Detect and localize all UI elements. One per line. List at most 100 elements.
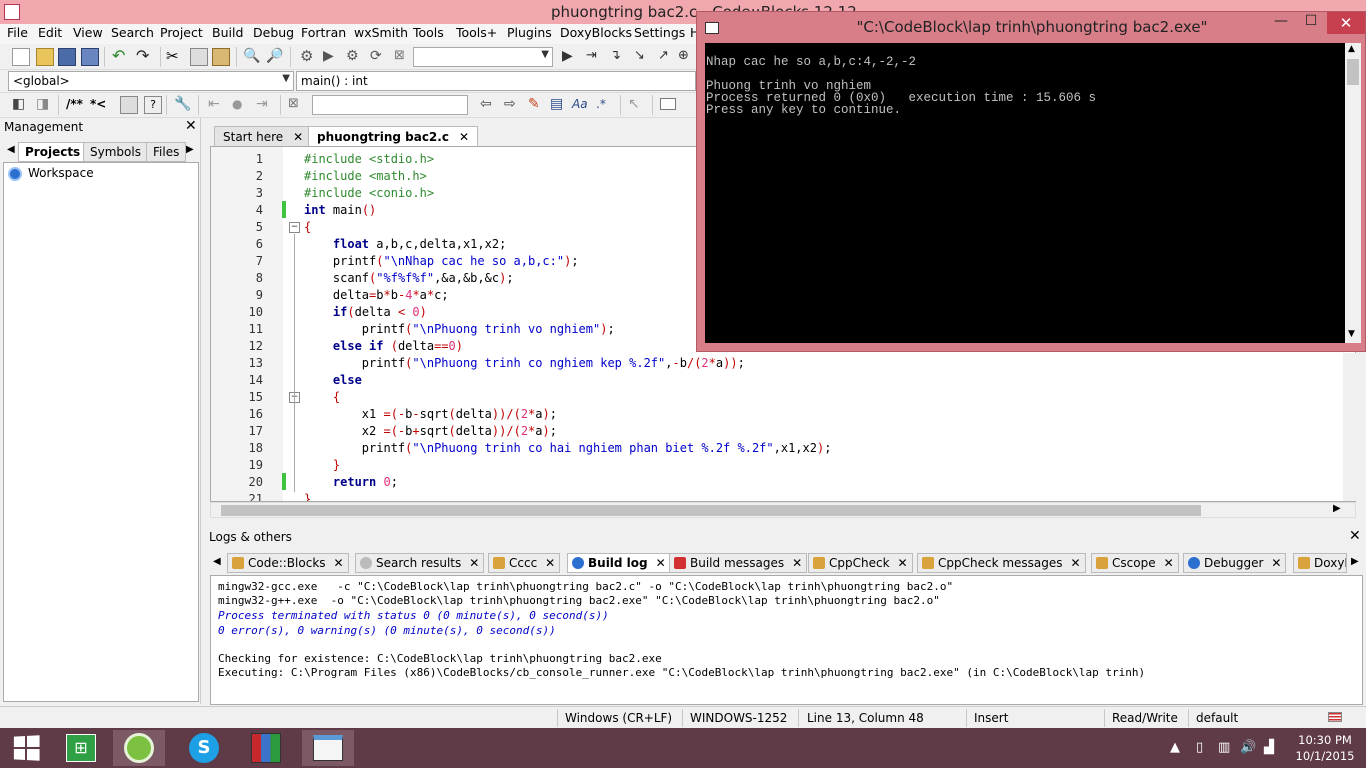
save-icon[interactable]	[58, 48, 76, 66]
workspace-node[interactable]: Workspace	[28, 166, 94, 180]
tab-build-log[interactable]: Build log ✕	[567, 553, 671, 573]
code-line[interactable]: printf("\nPhuong trinh vo nghiem");	[304, 322, 615, 336]
code-line[interactable]: return 0;	[304, 475, 398, 489]
close-tab-icon[interactable]: ✕	[898, 556, 908, 570]
jump-back-icon[interactable]: ◧	[12, 96, 30, 114]
function-combo[interactable]: main() : int	[296, 71, 696, 91]
run-to-cursor-icon[interactable]: ⇥	[586, 48, 604, 66]
code-line[interactable]: }	[304, 458, 340, 472]
close-tab-icon[interactable]: ✕	[1271, 556, 1281, 570]
tab-debugger[interactable]: Debugger ✕	[1183, 553, 1287, 573]
code-line[interactable]: x2 =(-b+sqrt(delta))/(2*a);	[304, 424, 557, 438]
menu-doxyblocks[interactable]: DoxyBlocks	[560, 25, 632, 40]
rebuild-icon[interactable]: ⟳	[370, 48, 388, 66]
codeblocks-app-icon[interactable]	[4, 4, 20, 20]
scroll-right-icon[interactable]: ▶	[1333, 503, 1341, 514]
menu-edit[interactable]: Edit	[38, 25, 62, 40]
tab-scroll-right-icon[interactable]: ▶	[186, 144, 194, 155]
match-case-icon[interactable]: Aa	[572, 96, 590, 114]
code-line[interactable]: if(delta < 0)	[304, 305, 427, 319]
highlight-icon[interactable]: ✎	[528, 96, 546, 114]
debug-run-icon[interactable]: ▶	[562, 48, 580, 66]
editor-horizontal-scrollbar[interactable]: ▶	[210, 502, 1356, 518]
doxy-inline-comment-button[interactable]: *<	[90, 97, 106, 111]
clock-time[interactable]: 10:30 PM	[1290, 733, 1360, 747]
menu-fortran[interactable]: Fortran	[301, 25, 346, 40]
new-file-icon[interactable]	[12, 48, 30, 66]
tools-wrench-icon[interactable]: 🔧	[174, 96, 192, 114]
find-icon[interactable]: 🔍	[243, 48, 261, 66]
menu-build[interactable]: Build	[212, 25, 243, 40]
editor-vertical-scrollbar[interactable]	[1343, 353, 1357, 501]
close-tab-icon[interactable]: ✕	[459, 130, 469, 144]
code-line[interactable]: }	[304, 492, 311, 501]
debug-windows-icon[interactable]: ⊕	[678, 48, 696, 66]
search-previous-icon[interactable]: ⇦	[480, 96, 498, 114]
taskbar-app-winrar[interactable]	[240, 730, 292, 766]
tab-search-results[interactable]: Search results ✕	[355, 553, 485, 573]
close-tab-icon[interactable]: ✕	[334, 556, 344, 570]
menu-settings[interactable]: Settings	[634, 25, 685, 40]
fold-toggle-icon[interactable]: −	[289, 222, 300, 233]
logs-scroll-right-icon[interactable]: ▶	[1351, 556, 1359, 567]
search-next-icon[interactable]: ⇨	[504, 96, 522, 114]
tab-codeblocks-log[interactable]: Code::Blocks ✕	[227, 553, 349, 573]
doxy-comment-button[interactable]: /**	[66, 97, 83, 111]
pointer-icon[interactable]: ↖	[628, 96, 646, 114]
tab-symbols[interactable]: Symbols	[83, 142, 148, 162]
next-bookmark-icon[interactable]: ⇥	[256, 96, 274, 114]
start-button[interactable]	[0, 730, 52, 766]
close-tab-icon[interactable]: ✕	[469, 556, 479, 570]
open-file-icon[interactable]	[36, 48, 54, 66]
menu-debug[interactable]: Debug	[253, 25, 294, 40]
tab-start-here[interactable]: Start here ✕	[214, 126, 313, 147]
code-line[interactable]: {	[304, 220, 311, 234]
code-line[interactable]: float a,b,c,delta,x1,x2;	[304, 237, 506, 251]
run-icon[interactable]: ▶	[323, 48, 341, 66]
build-gear-icon[interactable]: ⚙	[300, 48, 318, 66]
tab-cppcheck-messages[interactable]: CppCheck messages ✕	[917, 553, 1086, 573]
regex-icon[interactable]: .*	[596, 96, 614, 114]
taskbar-app-store[interactable]: ⊞	[55, 730, 107, 766]
menu-plugins[interactable]: Plugins	[507, 25, 552, 40]
tab-cccc[interactable]: Cccc ✕	[488, 553, 561, 573]
taskbar-app-codeblocks[interactable]	[302, 730, 354, 766]
volume-icon[interactable]: 🔊	[1240, 740, 1256, 755]
code-line[interactable]: scanf("%f%f%f",&a,&b,&c);	[304, 271, 514, 285]
doxywizard-icon[interactable]	[120, 96, 138, 114]
tab-scroll-left-icon[interactable]: ◀	[7, 144, 15, 155]
menu-search[interactable]: Search	[111, 25, 154, 40]
scope-combo[interactable]: <global> ▼	[8, 71, 294, 91]
code-line[interactable]: #include <conio.h>	[304, 186, 434, 200]
network-icon[interactable]: ▥	[1218, 740, 1230, 755]
scroll-down-icon[interactable]: ▼	[1348, 329, 1355, 339]
scroll-up-icon[interactable]: ▲	[1348, 44, 1355, 54]
code-line[interactable]: else if (delta==0)	[304, 339, 463, 353]
clock-date[interactable]: 10/1/2015	[1290, 749, 1360, 763]
code-line[interactable]: #include <stdio.h>	[304, 152, 434, 166]
incremental-search-input[interactable]	[312, 95, 468, 115]
cut-icon[interactable]: ✂	[166, 48, 184, 66]
selected-text-only-icon[interactable]: ▤	[550, 96, 568, 114]
menu-wxsmith[interactable]: wxSmith	[354, 25, 408, 40]
close-tab-icon[interactable]: ✕	[792, 556, 802, 570]
console-minimize-icon[interactable]: —	[1267, 13, 1295, 33]
console-window[interactable]: "C:\CodeBlock\lap trinh\phuongtring bac2…	[696, 11, 1366, 352]
menu-tools-plus[interactable]: Tools+	[456, 25, 497, 40]
save-all-icon[interactable]	[81, 48, 99, 66]
build-log-output[interactable]: mingw32-gcc.exe -c "C:\CodeBlock\lap tri…	[210, 575, 1363, 705]
code-line[interactable]: {	[304, 390, 340, 404]
toggle-bookmark-icon[interactable]: ●	[232, 96, 250, 114]
tab-build-messages[interactable]: Build messages ✕	[669, 553, 808, 573]
menu-view[interactable]: View	[73, 25, 103, 40]
prev-bookmark-icon[interactable]: ⇤	[208, 96, 226, 114]
close-tab-icon[interactable]: ✕	[1071, 556, 1081, 570]
code-line[interactable]: printf("\nPhuong trinh co nghiem kep %.2…	[304, 356, 745, 370]
scrollbar-thumb[interactable]	[221, 505, 1201, 516]
menu-project[interactable]: Project	[160, 25, 203, 40]
replace-icon[interactable]: 🔎	[266, 48, 284, 66]
close-tab-icon[interactable]: ✕	[656, 556, 666, 570]
tab-phuongtring-bac2[interactable]: phuongtring bac2.c ✕	[308, 126, 479, 147]
tray-expand-icon[interactable]: ▲	[1170, 740, 1180, 755]
menu-file[interactable]: File	[7, 25, 28, 40]
